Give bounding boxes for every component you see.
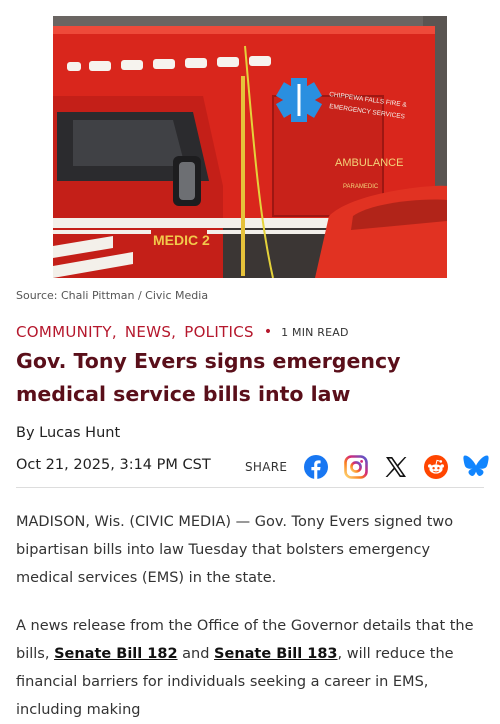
- senate-bill-182-link[interactable]: Senate Bill 182: [54, 646, 177, 662]
- vehicle-label: MEDIC 2: [153, 232, 210, 248]
- article-page: CHIPPEWA FALLS FIRE & EMERGENCY SERVICES…: [0, 0, 500, 718]
- hero-image: CHIPPEWA FALLS FIRE & EMERGENCY SERVICES…: [53, 16, 447, 278]
- senate-bill-183-link[interactable]: Senate Bill 183: [214, 646, 337, 662]
- share-bar: SHARE: [245, 452, 489, 482]
- bluesky-icon: [463, 455, 489, 476]
- category-news[interactable]: NEWS,: [125, 323, 176, 341]
- category-politics[interactable]: POLITICS: [184, 323, 254, 341]
- paramedic-label: PARAMEDIC: [343, 184, 379, 190]
- separator-dot: •: [263, 324, 273, 340]
- article-paragraph-1: MADISON, Wis. (CIVIC MEDIA) — Gov. Tony …: [16, 514, 454, 586]
- article-categories: COMMUNITY, NEWS, POLITICS • 1 MIN READ: [16, 323, 349, 341]
- bluesky-share-button[interactable]: [463, 454, 489, 480]
- x-icon: [385, 457, 407, 477]
- article-title: Gov. Tony Evers signs emergency medical …: [16, 349, 401, 406]
- share-label: SHARE: [245, 460, 288, 474]
- divider: [16, 487, 484, 488]
- image-caption: Source: Chali Pittman / Civic Media: [16, 289, 209, 302]
- article-paragraph-2: A news release from the Office of the Go…: [16, 612, 486, 724]
- reddit-share-button[interactable]: [423, 454, 449, 480]
- ambulance-photo: CHIPPEWA FALLS FIRE & EMERGENCY SERVICES…: [53, 16, 447, 278]
- facebook-share-button[interactable]: [303, 454, 329, 480]
- ambulance-label: AMBULANCE: [335, 157, 403, 169]
- paragraph-text: and: [177, 646, 215, 662]
- article-date: Oct 21, 2025, 3:14 PM CST: [16, 457, 211, 473]
- article-byline: By Lucas Hunt: [16, 425, 121, 441]
- instagram-icon: [344, 455, 369, 479]
- instagram-share-button[interactable]: [343, 454, 369, 480]
- category-community[interactable]: COMMUNITY,: [16, 323, 117, 341]
- read-time: 1 MIN READ: [281, 325, 349, 339]
- x-share-button[interactable]: [383, 454, 409, 480]
- reddit-icon: [424, 455, 449, 479]
- facebook-icon: [304, 455, 329, 479]
